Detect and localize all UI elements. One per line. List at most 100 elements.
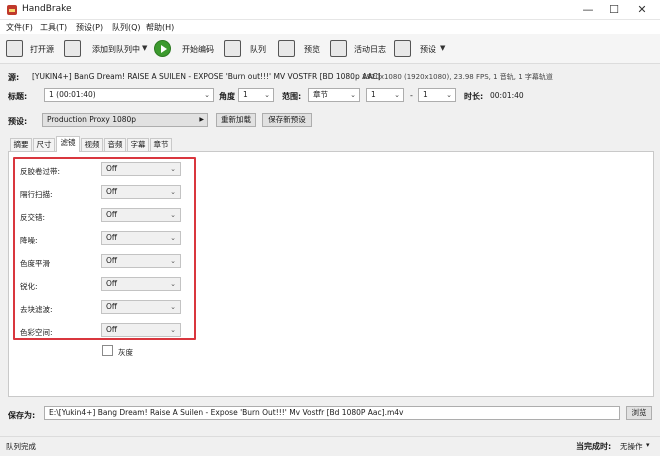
start-encode-label: 开始编码 — [182, 45, 214, 54]
save-path-input[interactable]: E:\[Yukin4+] Bang Dream! Raise A Suilen … — [44, 406, 620, 420]
preview-button[interactable]: 预览 — [276, 37, 324, 61]
chevron-down-icon: ⌄ — [170, 303, 176, 311]
preview-label: 预览 — [304, 45, 320, 54]
presets-button[interactable]: 预设 ▼ — [392, 37, 448, 61]
range-type-value: 章节 — [313, 90, 328, 99]
range-label: 范围: — [282, 92, 302, 101]
start-encode-button[interactable]: 开始编码 — [152, 37, 218, 61]
duration-label: 时长: — [464, 92, 484, 101]
menu-tools[interactable]: 工具(T) — [40, 22, 67, 33]
when-done-value[interactable]: 无操作 — [620, 441, 643, 452]
window-title: HandBrake — [22, 4, 72, 14]
menu-bar: 文件(F) 工具(T) 预设(P) 队列(Q) 帮助(H) — [0, 20, 660, 34]
when-done-label: 当完成时: — [576, 442, 612, 451]
denoise-value: Off — [106, 233, 118, 242]
tab-subtitles[interactable]: 字幕 — [127, 138, 149, 151]
tab-audio[interactable]: 音频 — [104, 138, 126, 151]
deinterlace-select[interactable]: Off ⌄ — [101, 208, 181, 222]
add-to-queue-button[interactable]: 添加到队列中 ▼ — [62, 37, 152, 61]
menu-queue[interactable]: 队列(Q) — [112, 22, 141, 33]
interlace-detection-value: Off — [106, 187, 118, 196]
menu-presets[interactable]: 预设(P) — [76, 22, 103, 33]
filter-label-colorspace: 色彩空间: — [20, 328, 53, 337]
add-to-queue-icon — [64, 40, 81, 57]
detelecine-value: Off — [106, 164, 118, 173]
activity-log-label: 活动日志 — [354, 45, 386, 54]
filter-label-sharpen: 锐化: — [20, 282, 38, 291]
preview-icon — [278, 40, 295, 57]
range-end-value: 1 — [423, 90, 428, 99]
preset-label: 预设: — [8, 117, 28, 126]
detelecine-select[interactable]: Off ⌄ — [101, 162, 181, 176]
chevron-down-icon[interactable]: ▾ — [646, 441, 650, 449]
add-to-queue-label: 添加到队列中 — [92, 45, 140, 54]
toolbar: 打开源 添加到队列中 ▼ 开始编码 队列 预览 活动日志 预设 ▼ — [0, 34, 660, 64]
chevron-right-icon: ▶ — [199, 116, 204, 123]
chevron-down-icon: ⌄ — [446, 91, 452, 99]
deinterlace-value: Off — [106, 210, 118, 219]
tab-chapters[interactable]: 章节 — [150, 138, 172, 151]
menu-file[interactable]: 文件(F) — [6, 22, 33, 33]
close-button[interactable]: ✕ — [628, 0, 656, 20]
range-start-value: 1 — [371, 90, 376, 99]
angle-label: 角度 — [219, 92, 235, 101]
preset-selector[interactable]: Production Proxy 1080p ▶ — [42, 113, 208, 127]
filter-label-denoise: 降噪: — [20, 236, 38, 245]
tab-summary[interactable]: 摘要 — [10, 138, 32, 151]
chevron-down-icon: ⌄ — [170, 280, 176, 288]
presets-label: 预设 — [420, 45, 436, 54]
chevron-down-icon: ⌄ — [170, 211, 176, 219]
filter-label-deblock: 去块滤波: — [20, 305, 53, 314]
range-type-select[interactable]: 章节 ⌄ — [308, 88, 360, 102]
open-source-button[interactable]: 打开源 — [4, 37, 56, 61]
denoise-select[interactable]: Off ⌄ — [101, 231, 181, 245]
chevron-down-icon: ⌄ — [170, 188, 176, 196]
interlace-detection-select[interactable]: Off ⌄ — [101, 185, 181, 199]
tab-video[interactable]: 视频 — [81, 138, 103, 151]
title-bar: HandBrake — ☐ ✕ — [0, 0, 660, 20]
angle-select[interactable]: 1 ⌄ — [238, 88, 274, 102]
source-label: 源: — [8, 73, 20, 82]
save-new-preset-button[interactable]: 保存新预设 — [262, 113, 312, 127]
deblock-select[interactable]: Off ⌄ — [101, 300, 181, 314]
play-icon — [154, 40, 171, 57]
title-label: 标题: — [8, 92, 28, 101]
status-text: 队列完成 — [6, 442, 36, 451]
deblock-value: Off — [106, 302, 118, 311]
sharpen-select[interactable]: Off ⌄ — [101, 277, 181, 291]
chevron-down-icon: ⌄ — [394, 91, 400, 99]
browse-button[interactable]: 浏览 — [626, 406, 652, 420]
colorspace-select[interactable]: Off ⌄ — [101, 323, 181, 337]
title-select[interactable]: 1 (00:01:40) ⌄ — [44, 88, 214, 102]
queue-button[interactable]: 队列 — [222, 37, 270, 61]
colorspace-value: Off — [106, 325, 118, 334]
range-start-select[interactable]: 1 ⌄ — [366, 88, 404, 102]
queue-label: 队列 — [250, 45, 266, 54]
reload-button[interactable]: 重新加载 — [216, 113, 256, 127]
status-bar: 队列完成 当完成时: 无操作 ▾ — [0, 436, 660, 456]
chevron-down-icon: ⌄ — [170, 165, 176, 173]
chevron-down-icon: ⌄ — [204, 91, 210, 99]
range-end-select[interactable]: 1 ⌄ — [418, 88, 456, 102]
chroma-smooth-value: Off — [106, 256, 118, 265]
filter-label-chroma-smooth: 色度平滑 — [20, 259, 50, 268]
menu-help[interactable]: 帮助(H) — [146, 22, 174, 33]
presets-icon — [394, 40, 411, 57]
chevron-down-icon: ⌄ — [264, 91, 270, 99]
tab-filters[interactable]: 滤镜 — [56, 136, 80, 152]
tab-dimensions[interactable]: 尺寸 — [33, 138, 55, 151]
handbrake-app-icon — [6, 4, 18, 16]
save-as-label: 保存为: — [8, 411, 36, 420]
grayscale-label: 灰度 — [118, 348, 133, 357]
minimize-button[interactable]: — — [574, 0, 602, 20]
chevron-down-icon: ⌄ — [170, 257, 176, 265]
chevron-down-icon[interactable]: ▼ — [142, 44, 147, 52]
open-source-label: 打开源 — [30, 45, 54, 54]
activity-log-button[interactable]: 活动日志 — [328, 37, 388, 61]
chevron-down-icon[interactable]: ▼ — [440, 44, 445, 52]
source-info: 1920x1080 (1920x1080), 23.98 FPS, 1 音轨, … — [362, 73, 553, 81]
preset-value: Production Proxy 1080p — [47, 115, 137, 124]
grayscale-checkbox[interactable] — [102, 345, 113, 356]
chroma-smooth-select[interactable]: Off ⌄ — [101, 254, 181, 268]
maximize-button[interactable]: ☐ — [600, 0, 628, 20]
